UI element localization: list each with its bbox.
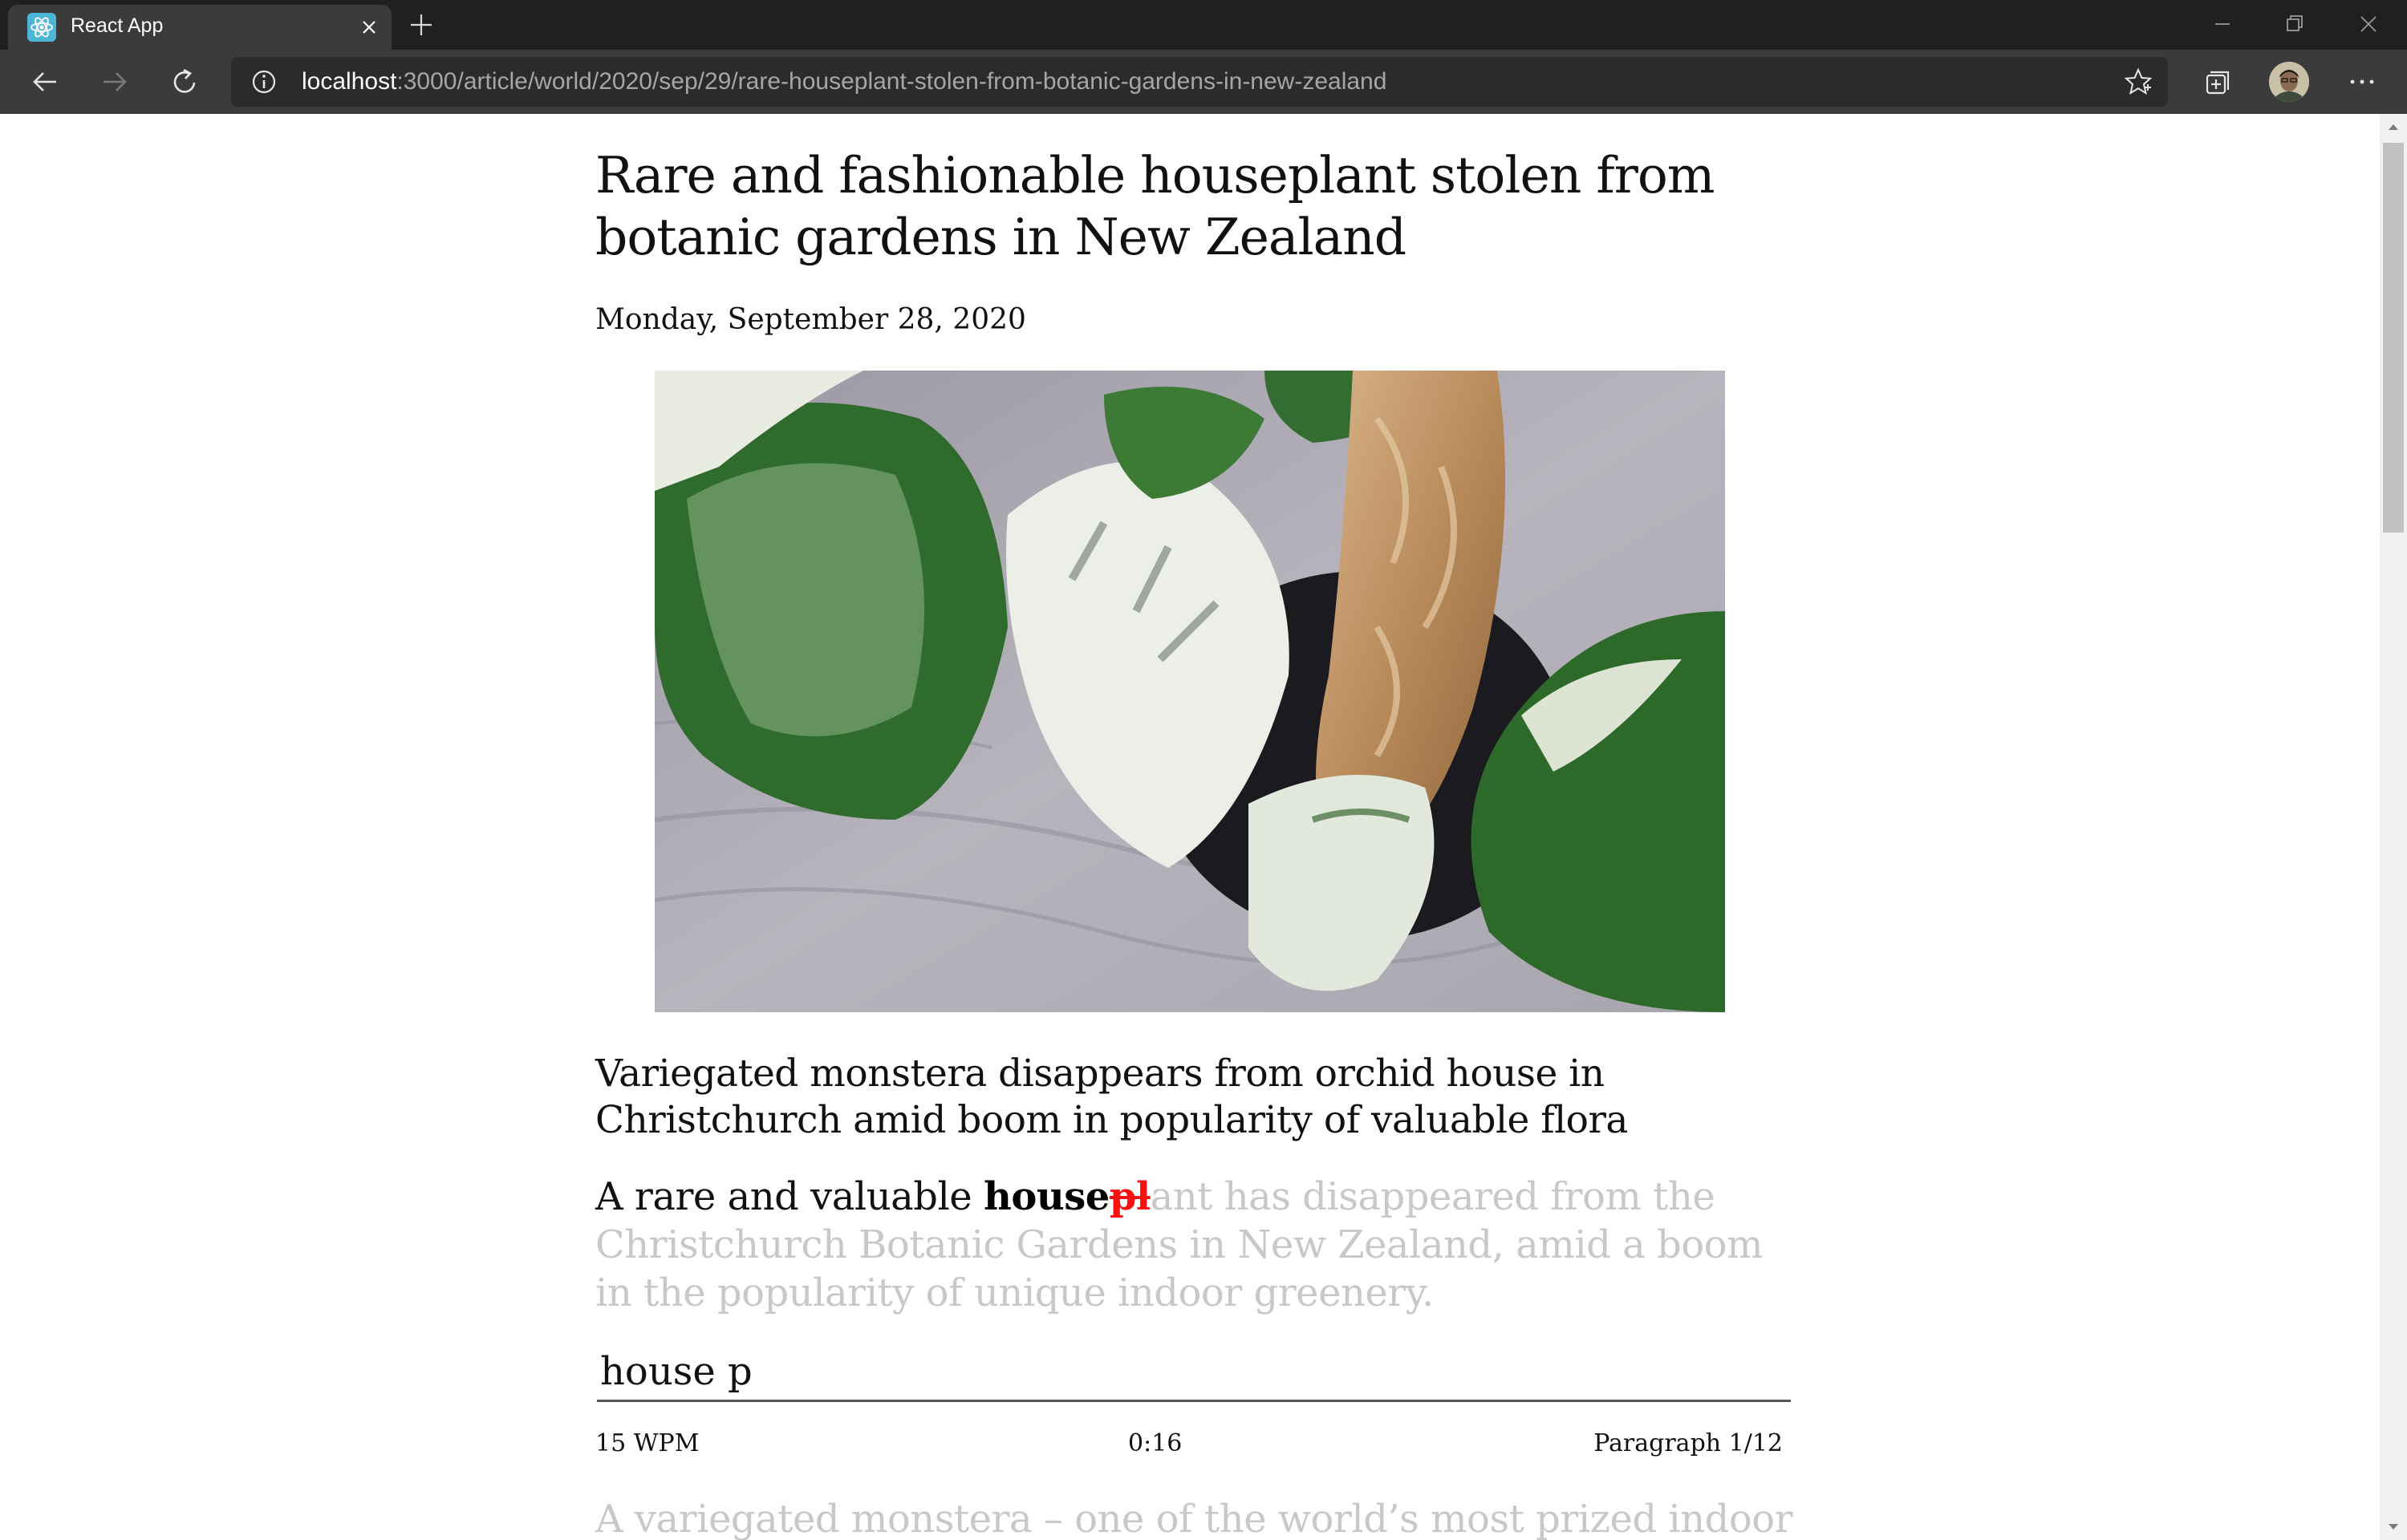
url-path: :3000/article/world/2020/sep/29/rare-hou… xyxy=(396,68,1387,95)
paragraph-progress: Paragraph 1/12 xyxy=(1593,1429,1783,1457)
favorite-star-icon[interactable] xyxy=(2123,67,2153,97)
browser-tab[interactable]: React App xyxy=(8,5,392,50)
site-info-icon[interactable] xyxy=(250,68,278,95)
browser-toolbar: localhost:3000/article/world/2020/sep/29… xyxy=(0,50,2407,114)
current-word-correct: house xyxy=(983,1174,1110,1219)
article-date: Monday, September 28, 2020 xyxy=(595,303,1026,336)
current-word-error: pl xyxy=(1109,1174,1151,1219)
close-tab-icon[interactable] xyxy=(356,14,382,40)
new-tab-icon[interactable] xyxy=(408,11,435,38)
forward-arrow-icon[interactable] xyxy=(99,66,131,98)
wpm-counter: 15 WPM xyxy=(595,1429,700,1457)
restore-icon[interactable] xyxy=(2280,10,2309,38)
minimize-icon[interactable] xyxy=(2208,10,2237,38)
scrollbar-thumb[interactable] xyxy=(2383,143,2404,533)
typing-paragraph: A rare and valuable houseplant has disap… xyxy=(595,1173,1775,1317)
scroll-up-arrow-icon[interactable] xyxy=(2387,122,2400,132)
reload-icon[interactable] xyxy=(169,66,201,98)
tab-title: React App xyxy=(71,14,164,37)
article-subheadline: Variegated monstera disappears from orch… xyxy=(595,1052,1628,1142)
address-bar[interactable]: localhost:3000/article/world/2020/sep/29… xyxy=(231,57,2168,107)
profile-avatar[interactable] xyxy=(2269,62,2309,102)
tab-strip: React App xyxy=(0,0,2407,50)
more-options-icon[interactable] xyxy=(2346,66,2378,98)
page-viewport: Rare and fashionable houseplant stolen f… xyxy=(0,114,2380,1540)
typing-input[interactable] xyxy=(597,1343,1791,1402)
url-host: localhost xyxy=(302,68,397,95)
article-headline: Rare and fashionable houseplant stolen f… xyxy=(595,146,1715,266)
profile-photo-icon xyxy=(2269,62,2309,102)
vertical-scrollbar[interactable] xyxy=(2380,114,2407,1540)
react-logo-icon xyxy=(27,13,56,42)
article-hero-image xyxy=(655,371,1725,1012)
elapsed-timer: 0:16 xyxy=(1128,1429,1183,1457)
scroll-down-arrow-icon[interactable] xyxy=(2387,1522,2400,1532)
typed-text: A rare and valuable xyxy=(595,1174,984,1219)
back-arrow-icon[interactable] xyxy=(29,66,61,98)
next-paragraph: A variegated monstera – one of the world… xyxy=(595,1497,1793,1540)
url-text[interactable]: localhost:3000/article/world/2020/sep/29… xyxy=(302,68,1386,95)
collections-icon[interactable] xyxy=(2200,67,2232,99)
close-window-icon[interactable] xyxy=(2354,10,2383,38)
monstera-plant-photo xyxy=(655,371,1725,1012)
